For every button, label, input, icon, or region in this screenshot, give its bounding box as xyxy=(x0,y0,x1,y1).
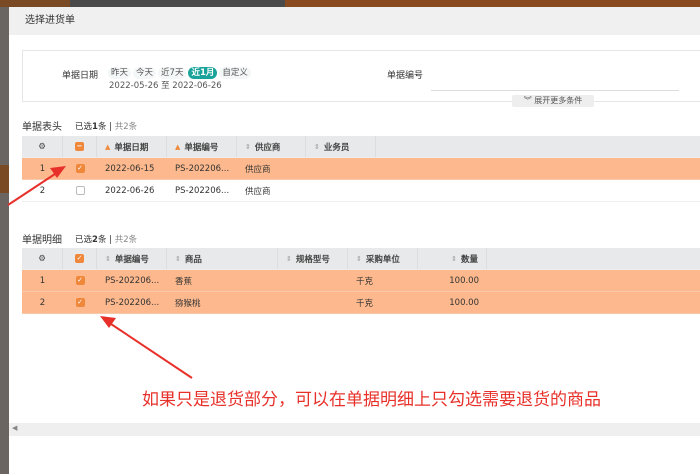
arrow-to-header-checkbox xyxy=(7,166,66,206)
annotation-arrows xyxy=(7,166,193,379)
arrow-to-detail-checkbox xyxy=(100,316,193,379)
